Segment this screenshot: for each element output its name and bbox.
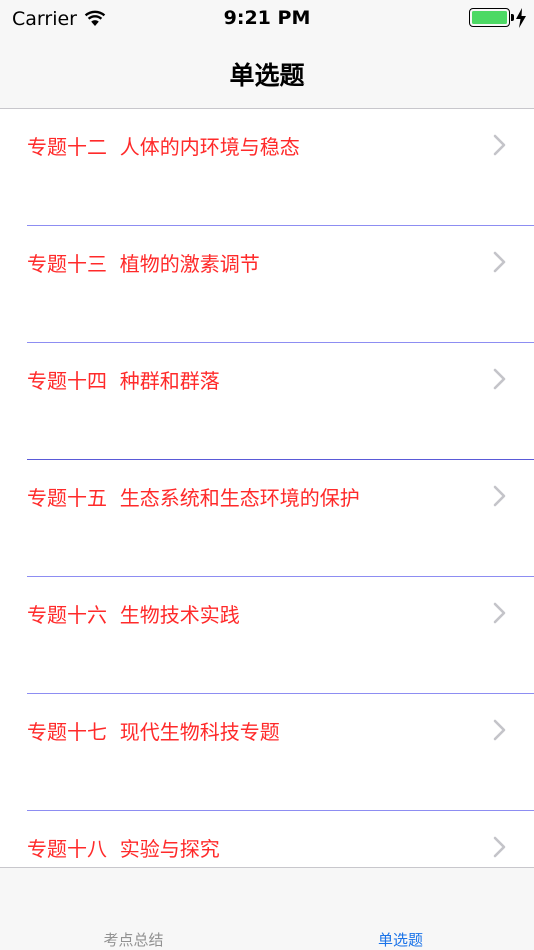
chevron-right-icon (493, 251, 506, 273)
tab-single-choice[interactable]: 单选题 (267, 868, 534, 950)
list-item[interactable]: 专题十七 现代生物科技专题 (0, 694, 534, 811)
list-item[interactable]: 专题十五 生态系统和生态环境的保护 (0, 460, 534, 577)
battery-level (472, 11, 507, 24)
list-item-label: 专题十五 生态系统和生态环境的保护 (27, 486, 360, 510)
list-item[interactable]: 专题十三 植物的激素调节 (0, 226, 534, 343)
list-item-label: 专题十四 种群和群落 (27, 369, 220, 393)
status-time: 9:21 PM (223, 7, 311, 29)
tab-summary-label: 考点总结 (103, 931, 164, 949)
list-item-label: 专题十六 生物技术实践 (27, 603, 240, 627)
battery-tip (511, 14, 514, 21)
topic-list[interactable]: 专题十二 人体的内环境与稳态 专题十三 植物的激素调节 专题十四 种群和群落 专… (0, 109, 534, 867)
list-item-label: 专题十二 人体的内环境与稳态 (27, 135, 300, 159)
tab-single-choice-label: 单选题 (377, 931, 423, 949)
chevron-right-icon (493, 602, 506, 624)
list-item-label: 专题十七 现代生物科技专题 (27, 720, 280, 744)
list-item[interactable]: 专题十四 种群和群落 (0, 343, 534, 460)
status-bar: Carrier 9:21 PM (0, 0, 534, 38)
chevron-right-icon (493, 485, 506, 507)
tab-summary[interactable]: 考点总结 (0, 868, 267, 950)
navigation-bar: 单选题 (0, 38, 534, 109)
list-item-label: 专题十三 植物的激素调节 (27, 252, 260, 276)
chevron-right-icon (493, 836, 506, 858)
chevron-right-icon (493, 368, 506, 390)
list-item[interactable]: 专题十二 人体的内环境与稳态 (0, 109, 534, 226)
tab-bar: 考点总结 单选题 (0, 867, 534, 950)
battery-icon (469, 8, 510, 27)
chevron-right-icon (493, 134, 506, 156)
page-title: 单选题 (229, 61, 305, 90)
chevron-right-icon (493, 719, 506, 741)
list-item-label: 专题十八 实验与探究 (27, 837, 220, 861)
list-item[interactable]: 专题十六 生物技术实践 (0, 577, 534, 694)
list-item[interactable]: 专题十八 实验与探究 (0, 811, 534, 867)
charging-bolt-icon (516, 8, 526, 28)
